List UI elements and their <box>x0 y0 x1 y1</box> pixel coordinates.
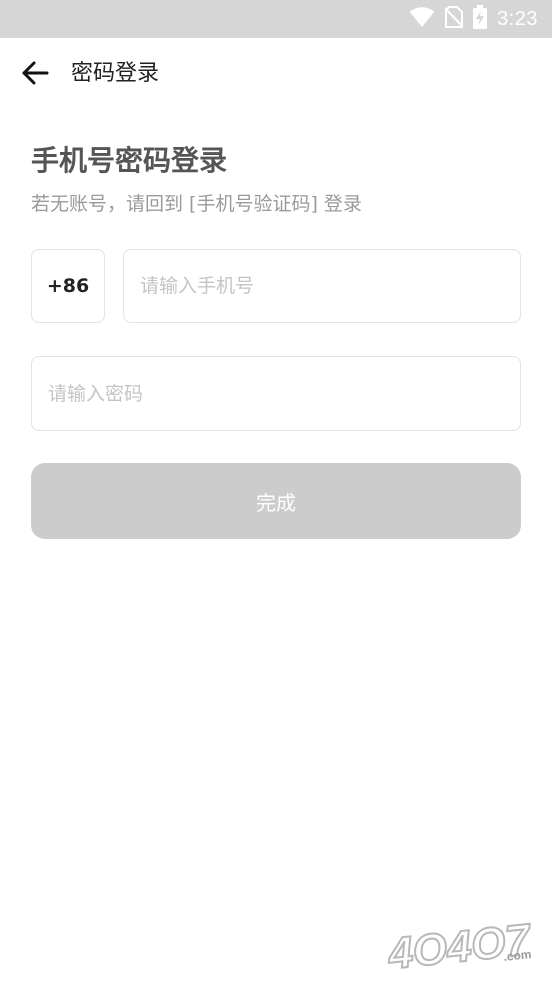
phone-field <box>123 249 521 323</box>
page-title: 手机号密码登录 <box>31 144 228 177</box>
no-sim-icon <box>444 6 464 32</box>
submit-button[interactable]: 完成 <box>31 463 521 539</box>
header-title: 密码登录 <box>71 61 160 86</box>
status-time: 3:23 <box>497 7 538 30</box>
password-input[interactable] <box>32 357 520 430</box>
status-icons: 3:23 <box>409 0 538 38</box>
page-subtitle: 若无账号，请回到 [手机号验证码] 登录 <box>31 193 362 215</box>
svg-text:4O4O7: 4O4O7 <box>385 915 535 975</box>
app-header: 密码登录 <box>0 38 552 110</box>
status-bar: 3:23 <box>0 0 552 38</box>
watermark-logo: 4O4O7 .com <box>384 914 544 980</box>
svg-text:.com: .com <box>503 947 532 964</box>
back-button[interactable] <box>18 58 52 92</box>
password-field <box>31 356 521 431</box>
battery-charging-icon <box>473 5 488 33</box>
phone-input[interactable] <box>124 250 520 322</box>
wifi-icon <box>409 6 435 32</box>
arrow-left-icon <box>21 61 49 89</box>
country-code-selector[interactable]: +86 <box>31 249 105 323</box>
